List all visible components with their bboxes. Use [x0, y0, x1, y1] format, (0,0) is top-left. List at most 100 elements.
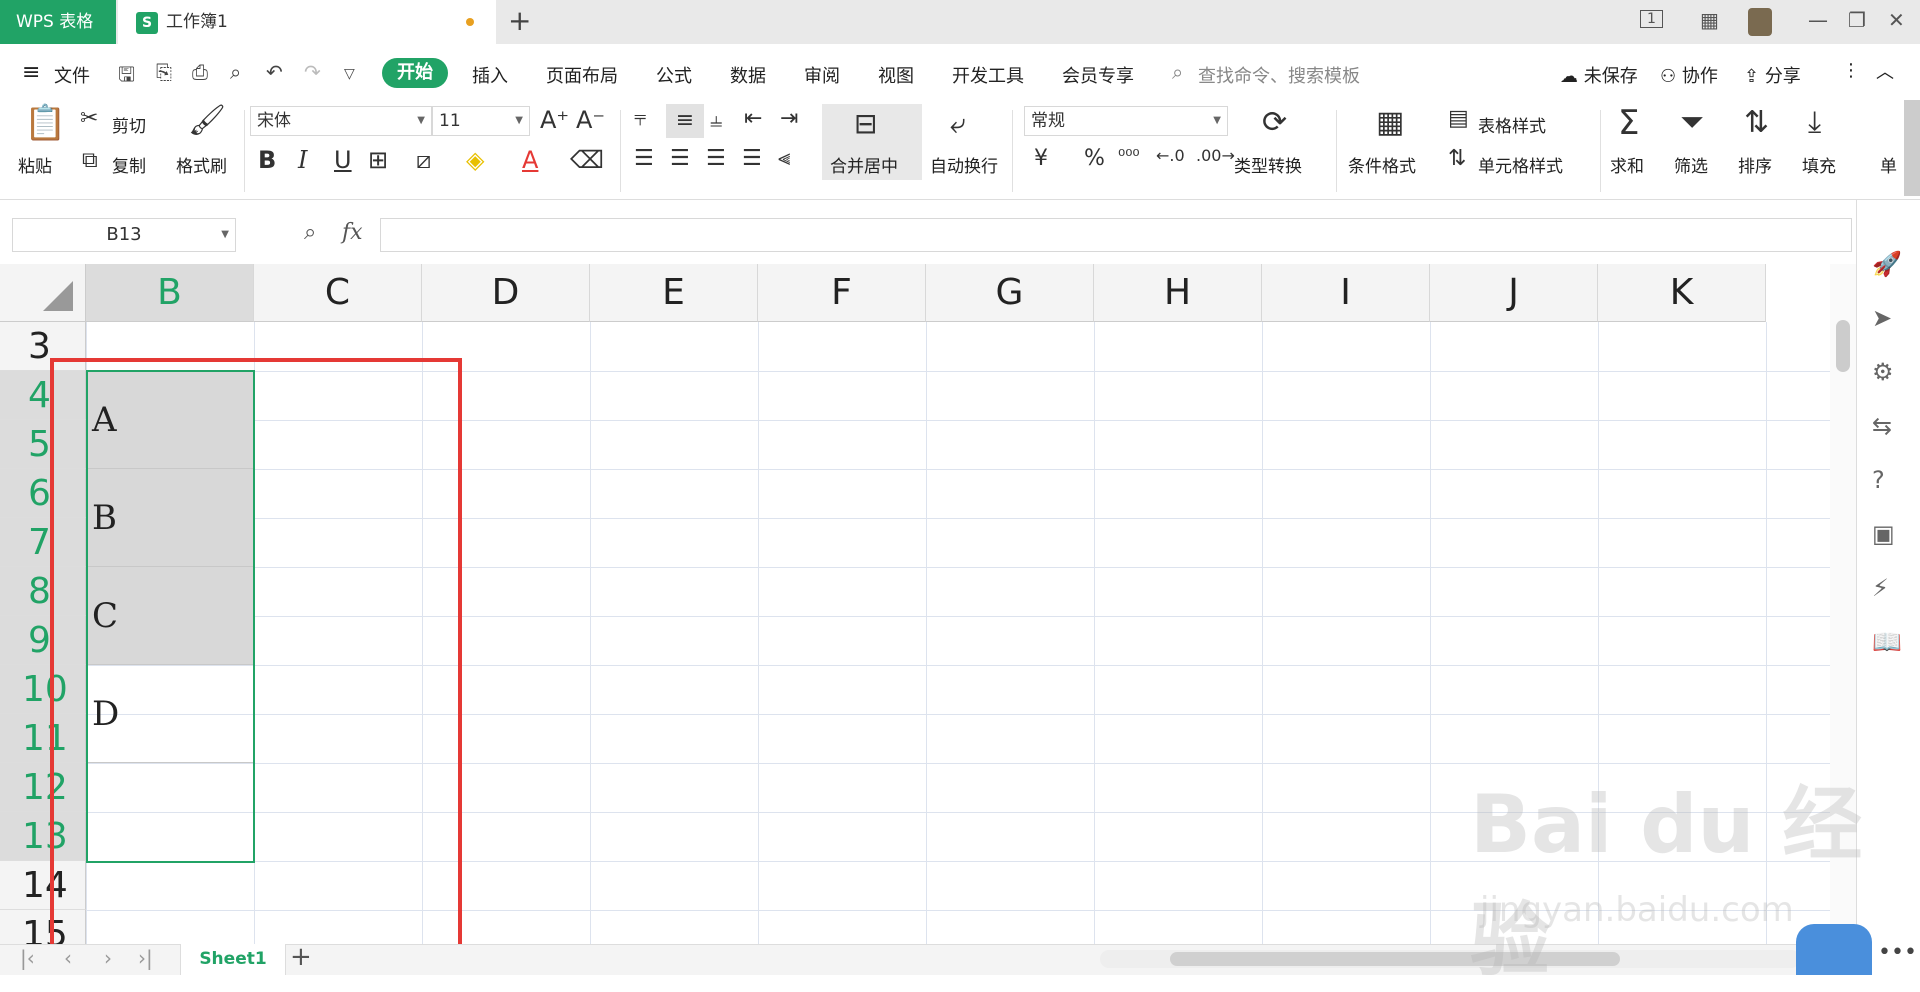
number-format-select[interactable]: 常规 ▼ [1024, 106, 1228, 136]
undo-icon[interactable]: ↶ [266, 60, 283, 84]
formula-input[interactable] [380, 218, 1852, 252]
align-bottom-icon[interactable]: ⫨ [710, 110, 722, 132]
fx-icon[interactable]: fx [342, 220, 363, 245]
minimize-icon[interactable]: — [1808, 8, 1828, 32]
redo-icon[interactable]: ↷ [304, 60, 321, 84]
column-header-k[interactable]: K [1598, 264, 1766, 322]
menu-review[interactable]: 审阅 [804, 62, 840, 88]
wrap-text-icon[interactable]: ⤶ [950, 110, 966, 138]
document-tab[interactable]: S 工作簿1 [118, 0, 496, 44]
last-sheet-icon[interactable]: ›| [138, 946, 153, 970]
font-name-select[interactable]: 宋体 ▼ [250, 106, 432, 136]
currency-button[interactable]: ¥ [1034, 148, 1048, 170]
underline-button[interactable]: U [334, 148, 352, 172]
thousands-icon[interactable]: ⁰⁰⁰ [1118, 148, 1140, 166]
fill-color-icon[interactable]: ◈ [466, 148, 484, 172]
assistant-bird-icon[interactable] [1796, 924, 1872, 975]
adjust-icon[interactable]: ⚙ [1872, 358, 1894, 386]
align-left-icon[interactable]: ☰ [634, 148, 654, 170]
new-tab-button[interactable]: + [508, 4, 531, 37]
transfer-icon[interactable]: ⇆ [1872, 412, 1892, 440]
filter-button[interactable]: 筛选 [1674, 152, 1708, 177]
ribbon-scroll-stripe[interactable] [1904, 100, 1920, 196]
menu-start[interactable]: 开始 [382, 58, 448, 88]
cut-button[interactable]: 剪切 [112, 112, 146, 137]
eraser-icon[interactable]: ⌫ [570, 148, 604, 172]
cell-style-icon[interactable]: ⇅ [1448, 148, 1466, 170]
merge-icon[interactable]: ⊟ [854, 110, 877, 138]
font-size-select[interactable]: 11 ▼ [432, 106, 530, 136]
column-header-i[interactable]: I [1262, 264, 1430, 322]
align-top-icon[interactable]: ⫧ [634, 108, 646, 130]
menu-file[interactable]: 文件 [54, 62, 90, 88]
column-header-f[interactable]: F [758, 264, 926, 322]
format-painter-button[interactable]: 格式刷 [176, 152, 227, 177]
table-style-icon[interactable]: ▤ [1448, 108, 1469, 130]
menu-view[interactable]: 视图 [878, 62, 914, 88]
menu-formula[interactable]: 公式 [656, 62, 692, 88]
paste-button[interactable]: 粘贴 [18, 152, 52, 177]
restore-icon[interactable]: ❐ [1848, 8, 1866, 32]
more-vertical-icon[interactable]: ⋮ [1842, 60, 1860, 81]
indent-increase-icon[interactable]: ⇥ [780, 108, 798, 130]
menu-insert[interactable]: 插入 [472, 62, 508, 88]
merge-center-button[interactable]: 合并居中 [830, 152, 898, 177]
brush-icon[interactable]: 🖌 [188, 106, 226, 136]
border-icon[interactable]: ⊞ [368, 148, 388, 172]
type-convert-icon[interactable]: ⟳ [1262, 108, 1287, 138]
bold-button[interactable]: B [258, 148, 276, 172]
help-icon[interactable]: ? [1872, 466, 1885, 494]
type-convert-button[interactable]: 类型转换 [1234, 152, 1302, 177]
app-tab[interactable]: WPS 表格 [0, 0, 116, 44]
share-button[interactable]: ⇪ 分享 [1744, 62, 1801, 88]
decrease-decimal-icon[interactable]: .00→ [1196, 148, 1235, 164]
sort-button[interactable]: 排序 [1738, 152, 1772, 177]
image-icon[interactable]: ▣ [1872, 520, 1895, 548]
copy-button[interactable]: 复制 [112, 152, 146, 177]
sum-button[interactable]: 求和 [1610, 152, 1644, 177]
select-all-corner[interactable] [0, 264, 86, 322]
fill-icon[interactable]: ⤓ [1808, 108, 1821, 138]
more-horizontal-icon[interactable]: ••• [1878, 940, 1917, 965]
conditional-format-button[interactable]: 条件格式 [1348, 152, 1416, 177]
column-header-d[interactable]: D [422, 264, 590, 322]
font-color-icon[interactable]: A [522, 148, 538, 172]
wrap-text-button[interactable]: 自动换行 [930, 152, 998, 177]
page-count-icon[interactable]: 1 [1640, 10, 1663, 28]
conditional-format-icon[interactable]: ▦ [1376, 108, 1404, 138]
grid-view-icon[interactable]: ▦ [1700, 8, 1719, 32]
justify-icon[interactable]: ☰ [742, 148, 762, 170]
menu-data[interactable]: 数据 [730, 62, 766, 88]
column-header-j[interactable]: J [1430, 264, 1598, 322]
menu-developer[interactable]: 开发工具 [952, 62, 1024, 88]
cell-shape-icon[interactable]: ⧄ [416, 148, 431, 172]
distribute-icon[interactable]: ⫷ [778, 148, 790, 170]
sheet-tab-sheet1[interactable]: Sheet1 [180, 944, 286, 975]
align-right-icon[interactable]: ☰ [706, 148, 726, 170]
italic-button[interactable]: I [298, 148, 307, 172]
add-sheet-button[interactable]: + [290, 942, 312, 972]
column-header-b[interactable]: B [86, 264, 254, 322]
column-header-g[interactable]: G [926, 264, 1094, 322]
scissors-icon[interactable]: ✂ [80, 108, 98, 130]
column-header-c[interactable]: C [254, 264, 422, 322]
book-icon[interactable]: 📖 [1872, 628, 1902, 656]
prev-sheet-icon[interactable]: ‹ [64, 946, 72, 970]
increase-font-icon[interactable]: A⁺ [540, 108, 569, 132]
unsaved-status[interactable]: ☁ 未保存 [1560, 62, 1638, 88]
increase-decimal-icon[interactable]: ←.0 [1156, 148, 1185, 164]
print-icon[interactable]: ⎙ [192, 60, 208, 84]
decrease-font-icon[interactable]: A⁻ [576, 108, 605, 132]
align-center-icon[interactable]: ☰ [670, 148, 690, 170]
avatar[interactable] [1748, 8, 1772, 36]
collapse-ribbon-icon[interactable]: ︿ [1876, 58, 1894, 84]
more-dropdown-icon[interactable]: ▽ [344, 66, 355, 82]
lightning-icon[interactable]: ⚡ [1872, 574, 1889, 602]
save-icon[interactable]: 🖫 [118, 60, 135, 94]
align-middle-icon[interactable]: ≡ [666, 104, 704, 138]
column-header-e[interactable]: E [590, 264, 758, 322]
copy-icon[interactable]: ⧉ [82, 150, 98, 172]
hamburger-icon[interactable]: ≡ [22, 60, 40, 85]
cursor-icon[interactable]: ➤ [1872, 304, 1892, 332]
menu-member[interactable]: 会员专享 [1062, 62, 1134, 88]
